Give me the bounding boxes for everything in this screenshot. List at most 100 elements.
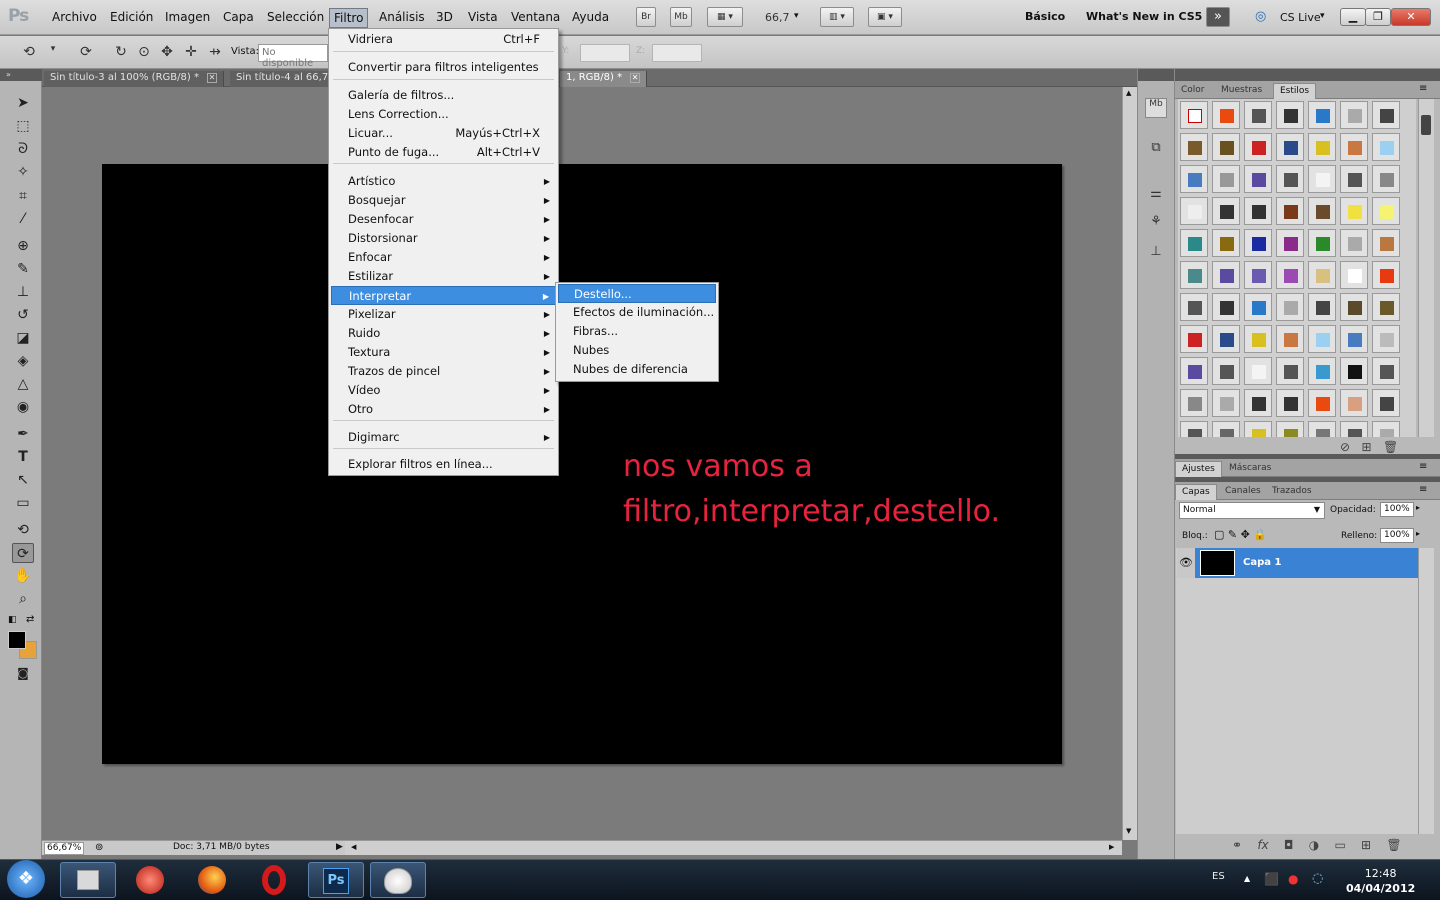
style-swatch[interactable] bbox=[1212, 101, 1240, 129]
vista-field[interactable]: No disponible bbox=[258, 44, 328, 69]
style-swatch[interactable] bbox=[1372, 325, 1400, 353]
style-swatch[interactable] bbox=[1340, 325, 1368, 353]
zoom-tool-icon[interactable]: ⌕ bbox=[12, 589, 34, 609]
menu-ventana[interactable]: Ventana bbox=[509, 10, 562, 24]
style-swatch[interactable] bbox=[1180, 101, 1208, 129]
blend-mode-select[interactable]: Normal ▼ bbox=[1179, 502, 1325, 519]
adjustment-layer-icon[interactable]: ◑ bbox=[1309, 838, 1319, 852]
eraser-tool-icon[interactable]: ◪ bbox=[12, 328, 34, 348]
scroll-up-icon[interactable]: ▲ bbox=[1126, 89, 1131, 97]
style-swatch[interactable] bbox=[1180, 389, 1208, 417]
style-swatch[interactable] bbox=[1308, 229, 1336, 257]
panel-menu-icon[interactable]: ≡ bbox=[1419, 461, 1427, 472]
add-mask-icon[interactable]: ◘ bbox=[1284, 838, 1294, 852]
filter-menu-item[interactable]: Desenfocar ▶ bbox=[331, 210, 556, 229]
paint-bucket-tool-icon[interactable]: ◈ bbox=[12, 351, 34, 371]
style-swatch[interactable] bbox=[1308, 389, 1336, 417]
filter-menu-item[interactable]: Enfocar ▶ bbox=[331, 248, 556, 267]
style-swatch[interactable] bbox=[1308, 197, 1336, 225]
style-swatch[interactable] bbox=[1180, 165, 1208, 193]
tab-muestras[interactable]: Muestras bbox=[1215, 83, 1268, 99]
style-swatch[interactable] bbox=[1244, 229, 1272, 257]
default-colors-icon[interactable]: ◧ bbox=[8, 615, 17, 625]
horizontal-scrollbar[interactable]: ◀ ▶ bbox=[345, 840, 1122, 855]
vertical-scrollbar[interactable]: ▲ ▼ bbox=[1122, 87, 1137, 840]
zoom-dropdown-icon[interactable]: ▾ bbox=[794, 11, 799, 21]
style-swatch[interactable] bbox=[1180, 293, 1208, 321]
scroll-left-icon[interactable]: ◀ bbox=[351, 843, 356, 851]
style-swatch[interactable] bbox=[1372, 165, 1400, 193]
3d-move-icon[interactable]: ⇸ bbox=[204, 44, 226, 62]
workspace-basico[interactable]: Básico bbox=[1025, 10, 1065, 23]
eyedropper-tool-icon[interactable]: ⁄ bbox=[12, 209, 34, 229]
mini-bridge-button[interactable]: Mb bbox=[670, 7, 692, 27]
bridge-button[interactable]: Br bbox=[636, 7, 656, 27]
style-swatch[interactable] bbox=[1340, 101, 1368, 129]
style-swatch[interactable] bbox=[1212, 421, 1240, 437]
lasso-tool-icon[interactable]: ᘐ bbox=[12, 139, 34, 159]
panel-menu-icon[interactable]: ≡ bbox=[1419, 83, 1427, 94]
status-info-icon[interactable]: ⊚ bbox=[95, 842, 103, 853]
scroll-down-icon[interactable]: ▼ bbox=[1126, 827, 1131, 835]
filter-menu-item[interactable]: Convertir para filtros inteligentes bbox=[331, 58, 556, 77]
quick-mask-icon[interactable]: ◙ bbox=[12, 663, 34, 683]
render-submenu-item[interactable]: Destello... bbox=[558, 284, 716, 303]
new-style-icon[interactable]: ⊞ bbox=[1362, 440, 1372, 454]
brush-tool-icon[interactable]: ✎ bbox=[12, 259, 34, 279]
tab-ajustes[interactable]: Ajustes bbox=[1175, 461, 1222, 477]
style-swatch[interactable] bbox=[1244, 325, 1272, 353]
taskbar-clock[interactable]: 12:48 04/04/2012 bbox=[1346, 866, 1415, 896]
character-panel-icon[interactable]: ⚌ bbox=[1145, 186, 1167, 206]
cs-live-button[interactable]: CS Live bbox=[1280, 11, 1321, 24]
menu-seleccion[interactable]: Selección bbox=[265, 10, 326, 24]
zoom-level[interactable]: 66,7 bbox=[765, 11, 790, 24]
style-swatch[interactable] bbox=[1244, 165, 1272, 193]
taskbar-opera[interactable] bbox=[246, 862, 302, 898]
lock-transparency-icon[interactable]: ▢ bbox=[1214, 528, 1224, 541]
start-button[interactable]: ❖ bbox=[7, 860, 45, 898]
delete-style-icon[interactable]: 🗑 bbox=[1383, 440, 1398, 454]
style-swatch[interactable] bbox=[1276, 421, 1304, 437]
style-swatch[interactable] bbox=[1212, 389, 1240, 417]
sync-icon[interactable]: ◌ bbox=[1312, 871, 1323, 886]
style-swatch[interactable] bbox=[1212, 165, 1240, 193]
status-menu-arrow-icon[interactable]: ▶ bbox=[336, 842, 343, 852]
render-submenu-item[interactable]: Nubes bbox=[558, 341, 716, 360]
eye-icon[interactable]: 👁 bbox=[1177, 548, 1195, 578]
close-tab-icon[interactable]: ✕ bbox=[206, 73, 217, 83]
filter-menu-item[interactable]: Digimarc ▶ bbox=[331, 428, 556, 447]
tab-estilos[interactable]: Estilos bbox=[1273, 83, 1317, 99]
type-tool-icon[interactable]: T bbox=[12, 447, 34, 467]
menu-filtro[interactable]: Filtro bbox=[329, 8, 369, 28]
style-swatch[interactable] bbox=[1212, 325, 1240, 353]
tab-color[interactable]: Color bbox=[1175, 83, 1211, 99]
filter-menu-item[interactable]: Estilizar ▶ bbox=[331, 267, 556, 286]
3d-camera-rotate-tool-icon[interactable]: ⟳ bbox=[12, 543, 34, 563]
menu-3d[interactable]: 3D bbox=[434, 10, 455, 24]
style-swatch[interactable] bbox=[1180, 197, 1208, 225]
mini-bridge-panel-icon[interactable]: Mb bbox=[1145, 98, 1167, 118]
history-brush-tool-icon[interactable]: ↺ bbox=[12, 305, 34, 325]
style-swatch[interactable] bbox=[1372, 197, 1400, 225]
tool-preset-dropdown-icon[interactable]: ▾ bbox=[42, 44, 64, 62]
filter-menu-item[interactable]: Punto de fuga... Alt+Ctrl+V bbox=[331, 143, 556, 162]
style-swatch[interactable] bbox=[1340, 357, 1368, 385]
path-selection-tool-icon[interactable]: ↖ bbox=[12, 470, 34, 490]
taskbar-paint[interactable] bbox=[370, 862, 426, 898]
style-swatch[interactable] bbox=[1340, 421, 1368, 437]
style-swatch[interactable] bbox=[1308, 421, 1336, 437]
style-swatch[interactable] bbox=[1244, 197, 1272, 225]
style-swatch[interactable] bbox=[1308, 165, 1336, 193]
style-swatch[interactable] bbox=[1340, 197, 1368, 225]
panel-menu-icon[interactable]: ≡ bbox=[1419, 484, 1427, 495]
menu-edicion[interactable]: Edición bbox=[108, 10, 155, 24]
layers-scrollbar[interactable] bbox=[1418, 548, 1434, 834]
status-zoom-field[interactable]: 66,67% bbox=[44, 842, 84, 855]
layer-style-icon[interactable]: fx bbox=[1257, 838, 1268, 852]
screen-mode-button[interactable]: ▣ ▾ bbox=[868, 7, 902, 27]
style-swatch[interactable] bbox=[1276, 229, 1304, 257]
style-swatch[interactable] bbox=[1244, 261, 1272, 289]
style-swatch[interactable] bbox=[1372, 229, 1400, 257]
3d-scale-icon[interactable]: ✛ bbox=[180, 44, 202, 62]
styles-scrollbar[interactable] bbox=[1418, 99, 1434, 437]
